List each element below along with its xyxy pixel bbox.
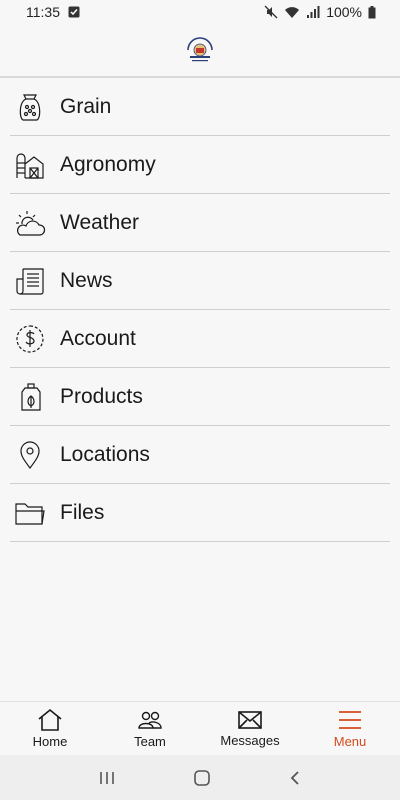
nav-menu[interactable]: Menu <box>300 702 400 755</box>
battery-icon <box>368 5 376 18</box>
menu-item-label: News <box>60 268 113 292</box>
nav-messages-label: Messages <box>220 733 280 748</box>
back-icon[interactable] <box>288 770 302 786</box>
nav-menu-label: Menu <box>333 734 367 749</box>
system-nav-bar <box>0 755 400 800</box>
nav-home-label: Home <box>32 734 68 749</box>
menu-item-grain[interactable]: Grain <box>10 78 390 136</box>
battery-percent: 100% <box>326 4 362 20</box>
team-icon <box>138 711 162 729</box>
bottom-nav: Home Team Messages Menu <box>0 701 400 755</box>
menu-item-label: Locations <box>60 442 150 466</box>
dollar-circle-icon <box>14 323 46 355</box>
notification-check-icon <box>68 6 80 18</box>
sun-cloud-icon <box>14 207 46 239</box>
menu-item-products[interactable]: Products <box>10 368 390 426</box>
status-bar: 11:35 100% <box>0 0 400 24</box>
menu-item-label: Agronomy <box>60 152 156 176</box>
home-button-icon[interactable] <box>193 769 211 787</box>
nav-messages[interactable]: Messages <box>200 702 300 755</box>
menu-item-label: Weather <box>60 210 139 234</box>
menu-item-label: Account <box>60 326 136 350</box>
wifi-icon <box>285 6 300 18</box>
mute-icon <box>264 5 278 19</box>
nav-team-label: Team <box>134 734 166 749</box>
map-pin-icon <box>14 439 46 471</box>
menu-item-label: Grain <box>60 94 112 118</box>
home-icon <box>38 708 62 731</box>
status-time: 11:35 <box>26 4 60 20</box>
jug-leaf-icon <box>14 381 46 413</box>
hamburger-icon <box>339 711 361 729</box>
menu-item-label: Products <box>60 384 143 408</box>
signal-icon <box>307 5 320 18</box>
full-circle-ag-logo <box>187 37 213 62</box>
barn-silo-icon <box>14 149 46 181</box>
folder-icon <box>14 497 46 529</box>
menu-item-news[interactable]: News <box>10 252 390 310</box>
menu-item-files[interactable]: Files <box>0 484 400 542</box>
menu-item-locations[interactable]: Locations <box>0 426 400 484</box>
main-menu-list: Grain Agronomy Weather News Account Prod… <box>0 78 400 542</box>
recent-apps-icon[interactable] <box>98 770 116 786</box>
envelope-icon <box>238 711 262 729</box>
menu-item-weather[interactable]: Weather <box>10 194 390 252</box>
menu-item-agronomy[interactable]: Agronomy <box>10 136 390 194</box>
nav-home[interactable]: Home <box>0 702 100 755</box>
grain-sack-icon <box>14 91 46 123</box>
nav-team[interactable]: Team <box>100 702 200 755</box>
status-left: 11:35 <box>26 4 80 20</box>
app-header <box>0 24 400 78</box>
menu-item-account[interactable]: Account <box>10 310 390 368</box>
status-right: 100% <box>264 4 376 20</box>
menu-item-label: Files <box>60 500 105 524</box>
newspaper-icon <box>14 265 46 297</box>
